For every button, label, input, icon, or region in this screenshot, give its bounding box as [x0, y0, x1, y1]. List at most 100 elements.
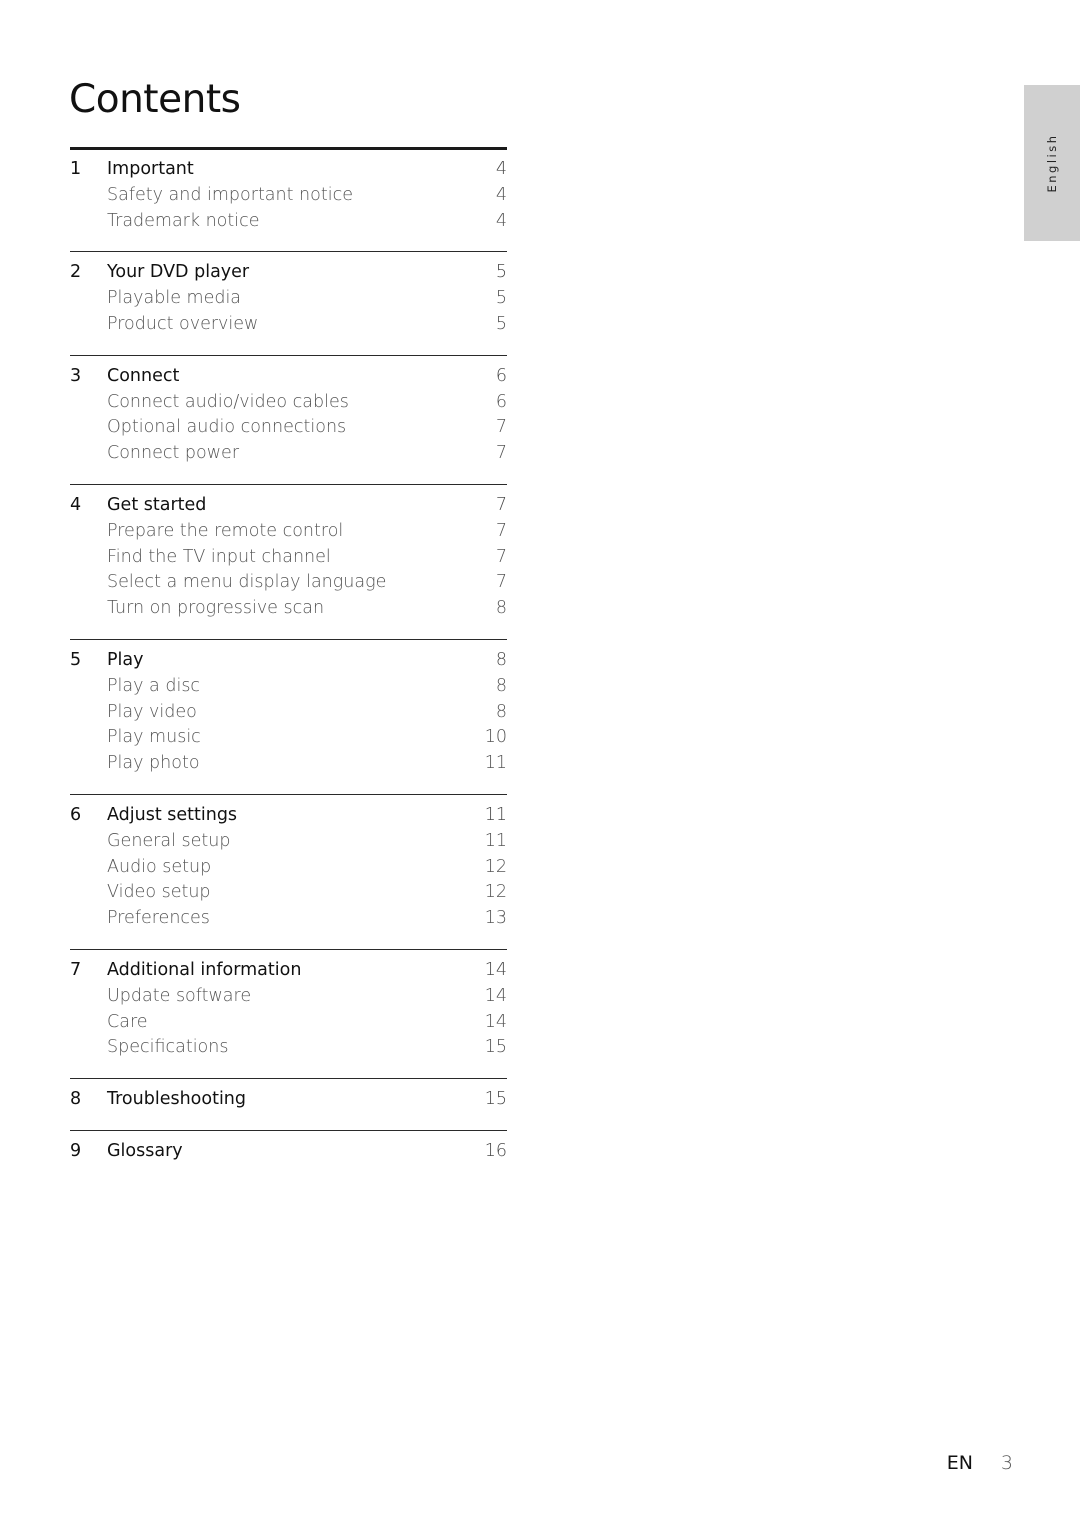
subsection-page-number: 8: [495, 598, 507, 619]
subsection-page-number: 6: [495, 391, 507, 412]
subsection-title: Care: [107, 1011, 148, 1032]
chapter-number: 9: [70, 1140, 82, 1161]
subsection-page-number: 13: [484, 908, 507, 929]
chapter-title: Troubleshooting: [107, 1089, 247, 1110]
toc-section: 8 Troubleshooting 15: [70, 1078, 507, 1130]
page-title: Contents: [69, 77, 241, 122]
toc-chapter-entry[interactable]: 3 Connect 6: [70, 364, 507, 390]
toc-chapter-entry[interactable]: 2 Your DVD player 5: [70, 260, 507, 286]
chapter-title: Get started: [107, 494, 207, 515]
toc-subsection-entry[interactable]: Trademark notice 4: [70, 209, 507, 235]
toc-subsection-entry[interactable]: Playable media 5: [70, 286, 507, 312]
subsection-page-number: 7: [495, 572, 507, 593]
language-tab-label: English: [1045, 133, 1059, 193]
chapter-page-number: 6: [495, 365, 507, 386]
subsection-title: Connect power: [107, 443, 240, 464]
subsection-page-number: 11: [484, 753, 507, 774]
chapter-title: Adjust settings: [107, 804, 238, 825]
subsection-page-number: 15: [484, 1037, 507, 1058]
toc-subsection-entry[interactable]: Optional audio connections 7: [70, 415, 507, 441]
subsection-title: Optional audio connections: [107, 417, 347, 438]
toc-chapter-entry[interactable]: 9 Glossary 16: [70, 1139, 507, 1165]
chapter-number: 7: [70, 959, 82, 980]
toc-section: 6 Adjust settings 11 General setup 11 Audio s…: [70, 793, 507, 949]
chapter-number: 8: [70, 1089, 82, 1110]
subsection-page-number: 8: [495, 675, 507, 696]
toc-subsection-entry[interactable]: General setup 11: [70, 829, 507, 855]
chapter-number: 1: [70, 159, 82, 179]
subsection-title: Play photo: [107, 753, 200, 774]
subsection-title: Connect audio/video cables: [107, 391, 349, 412]
subsection-page-number: 4: [495, 184, 507, 205]
subsection-title: Update software: [107, 985, 252, 1006]
toc-subsection-entry[interactable]: Select a menu display language 7: [70, 570, 507, 596]
toc-chapter-entry[interactable]: 7 Additional information 14: [70, 958, 507, 984]
subsection-title: Trademark notice: [107, 210, 260, 231]
toc-subsection-entry[interactable]: Play photo 11: [70, 751, 507, 777]
subsection-page-number: 8: [495, 701, 507, 722]
toc-subsection-entry[interactable]: Find the TV input channel 7: [70, 545, 507, 571]
toc-subsection-entry[interactable]: Prepare the remote control 7: [70, 519, 507, 545]
language-tab: English: [1024, 85, 1080, 241]
table-of-contents: 1 Important 4 Safety and important notice 4 T…: [70, 147, 507, 1182]
toc-subsection-entry[interactable]: Product overview 5: [70, 312, 507, 338]
subsection-title: Safety and important notice: [107, 184, 353, 205]
chapter-page-number: 4: [495, 159, 507, 179]
chapter-page-number: 8: [495, 649, 507, 670]
subsection-title: Find the TV input channel: [107, 546, 331, 567]
subsection-page-number: 5: [495, 313, 507, 334]
chapter-title: Additional information: [107, 959, 302, 980]
subsection-title: Video setup: [107, 882, 211, 903]
chapter-page-number: 5: [495, 262, 507, 283]
toc-chapter-entry[interactable]: 5 Play 8: [70, 648, 507, 674]
toc-subsection-entry[interactable]: Specifications 15: [70, 1035, 507, 1061]
footer-page-number: 3: [1000, 1452, 1013, 1474]
chapter-title: Connect: [107, 365, 180, 386]
chapter-number: 2: [70, 262, 82, 283]
subsection-page-number: 10: [484, 727, 507, 748]
toc-subsection-entry[interactable]: Play video 8: [70, 700, 507, 726]
subsection-title: Select a menu display language: [107, 572, 387, 593]
subsection-title: Playable media: [107, 288, 242, 309]
subsection-title: Play a disc: [107, 675, 201, 696]
toc-section: 2 Your DVD player 5 Playable media 5 Product …: [70, 251, 507, 354]
toc-subsection-entry[interactable]: Audio setup 12: [70, 855, 507, 881]
chapter-title: Glossary: [107, 1140, 183, 1161]
subsection-page-number: 7: [495, 546, 507, 567]
toc-chapter-entry[interactable]: 1 Important 4: [70, 157, 507, 183]
subsection-page-number: 14: [484, 985, 507, 1006]
toc-subsection-entry[interactable]: Preferences 13: [70, 906, 507, 932]
chapter-number: 5: [70, 649, 82, 670]
subsection-title: Prepare the remote control: [107, 520, 344, 541]
chapter-page-number: 16: [484, 1140, 507, 1161]
toc-chapter-entry[interactable]: 8 Troubleshooting 15: [70, 1087, 507, 1113]
chapter-page-number: 11: [484, 804, 507, 825]
toc-subsection-entry[interactable]: Play a disc 8: [70, 674, 507, 700]
toc-subsection-entry[interactable]: Update software 14: [70, 984, 507, 1010]
toc-subsection-entry[interactable]: Connect audio/video cables 6: [70, 390, 507, 416]
toc-section: 4 Get started 7 Prepare the remote control 7…: [70, 483, 507, 639]
toc-section: 7 Additional information 14 Update software…: [70, 948, 507, 1078]
subsection-page-number: 7: [495, 417, 507, 438]
toc-chapter-entry[interactable]: 4 Get started 7: [70, 493, 507, 519]
subsection-title: Audio setup: [107, 856, 212, 877]
toc-subsection-entry[interactable]: Connect power 7: [70, 441, 507, 467]
toc-subsection-entry[interactable]: Video setup 12: [70, 880, 507, 906]
toc-subsection-entry[interactable]: Play music 10: [70, 725, 507, 751]
toc-section: 9 Glossary 16: [70, 1129, 507, 1182]
toc-section: 1 Important 4 Safety and important notice 4 T…: [70, 147, 507, 251]
footer-language-code: EN: [946, 1452, 973, 1474]
toc-subsection-entry[interactable]: Safety and important notice 4: [70, 183, 507, 209]
toc-chapter-entry[interactable]: 6 Adjust settings 11: [70, 803, 507, 829]
subsection-page-number: 12: [484, 856, 507, 877]
subsection-title: Turn on progressive scan: [107, 598, 325, 619]
toc-subsection-entry[interactable]: Care 14: [70, 1010, 507, 1036]
subsection-page-number: 11: [484, 830, 507, 851]
chapter-number: 4: [70, 494, 82, 515]
subsection-page-number: 4: [495, 210, 507, 231]
toc-subsection-entry[interactable]: Turn on progressive scan 8: [70, 596, 507, 622]
chapter-number: 6: [70, 804, 82, 825]
subsection-title: Play video: [107, 701, 197, 722]
subsection-title: Preferences: [107, 908, 210, 929]
subsection-title: Specifications: [107, 1037, 229, 1058]
